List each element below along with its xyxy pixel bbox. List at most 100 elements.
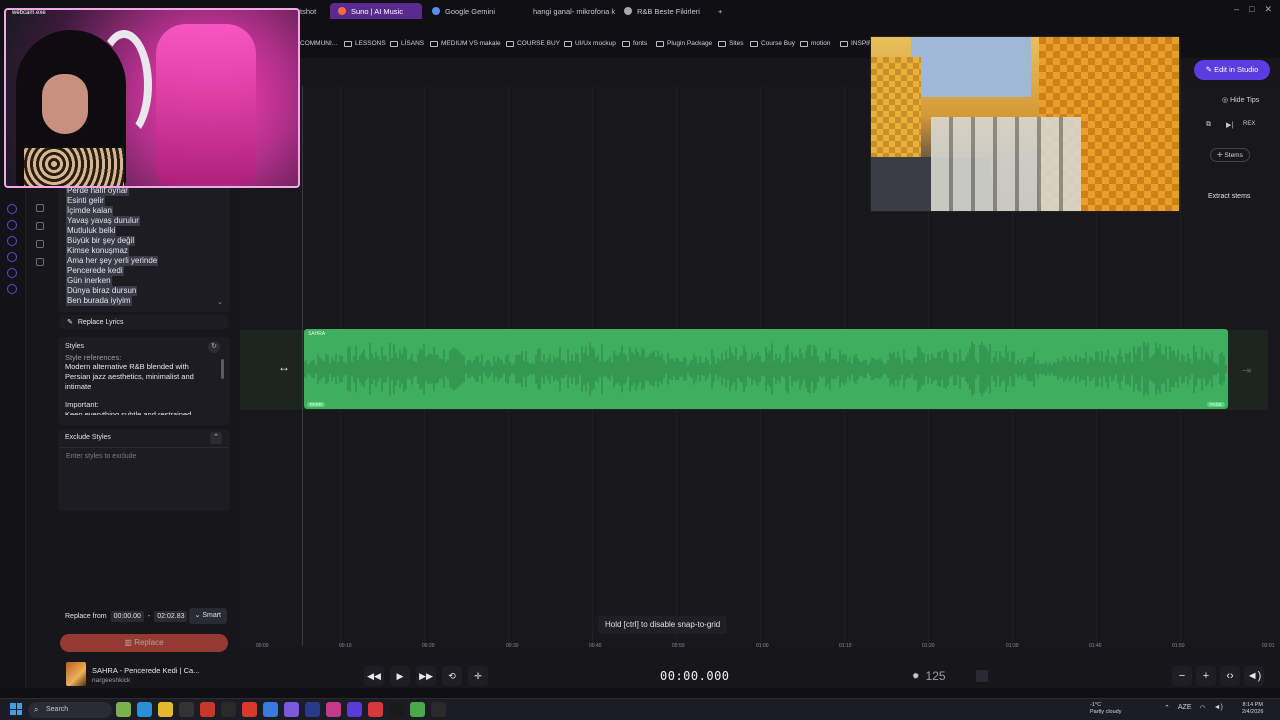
- tab-suno[interactable]: Suno | AI Music: [330, 3, 422, 19]
- edge-icon[interactable]: [137, 702, 152, 717]
- chevron-up-icon[interactable]: ⌃: [1164, 704, 1170, 712]
- extract-stems-label: Extract stems: [1208, 193, 1251, 200]
- time-ruler[interactable]: 00:00 00:10 00:20 00:30 00:40 00:50 01:0…: [254, 643, 1280, 653]
- exclude-styles-input[interactable]: Enter styles to exclude: [60, 447, 228, 509]
- end-time-input[interactable]: 02:02.83: [154, 610, 188, 622]
- bookmark-item[interactable]: COMMUNI...: [300, 40, 337, 47]
- chrome-icon[interactable]: [242, 702, 257, 717]
- bookmark-item[interactable]: Sites: [718, 40, 743, 47]
- heart-icon[interactable]: [7, 220, 17, 230]
- ruler-tick: 00:30: [506, 643, 519, 649]
- zoom-in-button[interactable]: +: [1196, 666, 1216, 686]
- forward-button[interactable]: ▶▶: [416, 666, 436, 686]
- now-playing[interactable]: SAHRA - Pencerede Kedi | Ca... nargeeshk…: [66, 662, 246, 686]
- maximize-icon[interactable]: □: [1249, 4, 1254, 15]
- zoom-out-button[interactable]: −: [1172, 666, 1192, 686]
- play-button[interactable]: ▶: [390, 666, 410, 686]
- pdf-icon[interactable]: [368, 702, 383, 717]
- discord-icon[interactable]: [284, 702, 299, 717]
- lyric-line: Gün inerken: [66, 276, 112, 286]
- vpn-icon[interactable]: [347, 702, 362, 717]
- fit-width-icon: ‹›: [1226, 670, 1234, 682]
- bell-icon[interactable]: [36, 258, 44, 266]
- app-icon[interactable]: [326, 702, 341, 717]
- bookmark-item[interactable]: Course Buy: [750, 40, 795, 47]
- bookmark-label: motion: [811, 40, 831, 47]
- bookmark-item[interactable]: motion: [800, 40, 831, 47]
- fit-button[interactable]: ‹›: [1220, 666, 1240, 686]
- library-icon[interactable]: [7, 236, 17, 246]
- start-time-input[interactable]: 00:00.00: [110, 610, 144, 622]
- weather-widget[interactable]: -1°C Partly cloudy: [1090, 702, 1122, 716]
- forward-icon: ▶▶: [419, 670, 433, 681]
- hide-tips-button[interactable]: ◎ Hide Tips: [1222, 96, 1259, 104]
- replace-button[interactable]: ▥ Replace: [60, 634, 228, 652]
- volume-button[interactable]: ◄): [1244, 666, 1264, 686]
- styles-field[interactable]: Styles ↻ Style references: Modern altern…: [58, 337, 230, 425]
- tab-gemini[interactable]: Google Gemini: [424, 3, 520, 19]
- grid-toggle[interactable]: [976, 670, 988, 682]
- folder-icon[interactable]: [36, 204, 44, 212]
- chevron-down-icon[interactable]: ⌄: [217, 298, 223, 306]
- after-effects-icon[interactable]: [305, 702, 320, 717]
- smart-mode-dropdown[interactable]: ⌄ Smart: [188, 608, 227, 624]
- loop-button[interactable]: ⟲: [442, 666, 462, 686]
- illustrator-icon[interactable]: [200, 702, 215, 717]
- app-icon[interactable]: [389, 702, 404, 717]
- webcam-title: webcam.exe: [12, 10, 46, 16]
- close-icon[interactable]: ✕: [1264, 4, 1272, 15]
- app-icon[interactable]: [221, 702, 236, 717]
- language-indicator[interactable]: AZE: [1178, 704, 1192, 712]
- rewind-button[interactable]: ◀◀: [364, 666, 384, 686]
- volume-icon[interactable]: ◄): [1214, 704, 1223, 712]
- chevron-up-icon[interactable]: ⌃: [210, 432, 222, 444]
- bpm-control[interactable]: ✹ 125: [912, 669, 946, 683]
- home-icon[interactable]: [7, 204, 17, 214]
- lyrics-text[interactable]: Perde hafif oynar Esinti gelir İçimde ka…: [66, 186, 159, 306]
- bookmark-item[interactable]: LİSANS: [390, 40, 424, 47]
- bookmark-label: Sites: [729, 40, 744, 47]
- ruler-tick: 01:40: [1089, 643, 1102, 649]
- file-explorer-icon[interactable]: [158, 702, 173, 717]
- bookmark-item[interactable]: INSPIR: [840, 40, 873, 47]
- replace-lyrics-button[interactable]: ✎ Replace Lyrics: [59, 315, 229, 329]
- scrollbar[interactable]: [221, 359, 224, 379]
- tab-rb-ideas[interactable]: R&B Beste Fikirleri: [616, 3, 712, 19]
- bookmark-item[interactable]: COURSE BUY: [506, 40, 560, 47]
- bookmark-item[interactable]: MEDIUM VS makale: [430, 40, 501, 47]
- wifi-icon[interactable]: ◠: [1200, 704, 1206, 712]
- folder-icon: [800, 40, 808, 47]
- stems-button[interactable]: ✛ Stems: [1210, 148, 1250, 162]
- photoshop-icon[interactable]: [263, 702, 278, 717]
- new-tab-button[interactable]: +: [710, 3, 726, 19]
- app-icon[interactable]: [431, 702, 446, 717]
- bookmark-item[interactable]: Plugin Package: [656, 40, 712, 47]
- taskbar-search[interactable]: ⌕ Search: [28, 702, 112, 718]
- copy-icon[interactable]: ⧉: [1206, 121, 1211, 129]
- studio-icon: ✎: [1205, 65, 1215, 74]
- lock-icon[interactable]: [36, 240, 44, 248]
- edit-in-studio-button[interactable]: ✎ Edit in Studio: [1194, 60, 1270, 80]
- download-icon[interactable]: [7, 252, 17, 262]
- obs-icon[interactable]: [179, 702, 194, 717]
- minus-icon: −: [1178, 670, 1186, 682]
- skip-icon[interactable]: ▶|: [1226, 121, 1233, 129]
- app-icon[interactable]: [410, 702, 425, 717]
- minimize-icon[interactable]: –: [1234, 4, 1239, 15]
- search-icon[interactable]: [36, 222, 44, 230]
- extend-arrow-icon[interactable]: ⇥: [1242, 364, 1251, 377]
- snap-button[interactable]: ✛: [468, 666, 488, 686]
- reset-icon[interactable]: ↻: [208, 341, 220, 353]
- settings-icon[interactable]: [7, 284, 17, 294]
- playhead[interactable]: [302, 86, 303, 646]
- tab-youtube[interactable]: hangi ganal- mikrofona k: [520, 3, 616, 19]
- taskbar-clock[interactable]: 8:14 PM 2/4/2026: [1242, 702, 1263, 716]
- bookmark-item[interactable]: UI/Ux mockup: [564, 40, 616, 47]
- windows-start-icon[interactable]: [10, 703, 22, 715]
- bookmark-item[interactable]: fonts: [622, 40, 647, 47]
- bookmark-item[interactable]: LESSONS: [344, 40, 386, 47]
- app-icon[interactable]: [116, 702, 131, 717]
- rex-label[interactable]: REX: [1243, 121, 1255, 127]
- audio-clip[interactable]: SAHRA PARR FADE: [304, 329, 1228, 409]
- message-icon[interactable]: [7, 268, 17, 278]
